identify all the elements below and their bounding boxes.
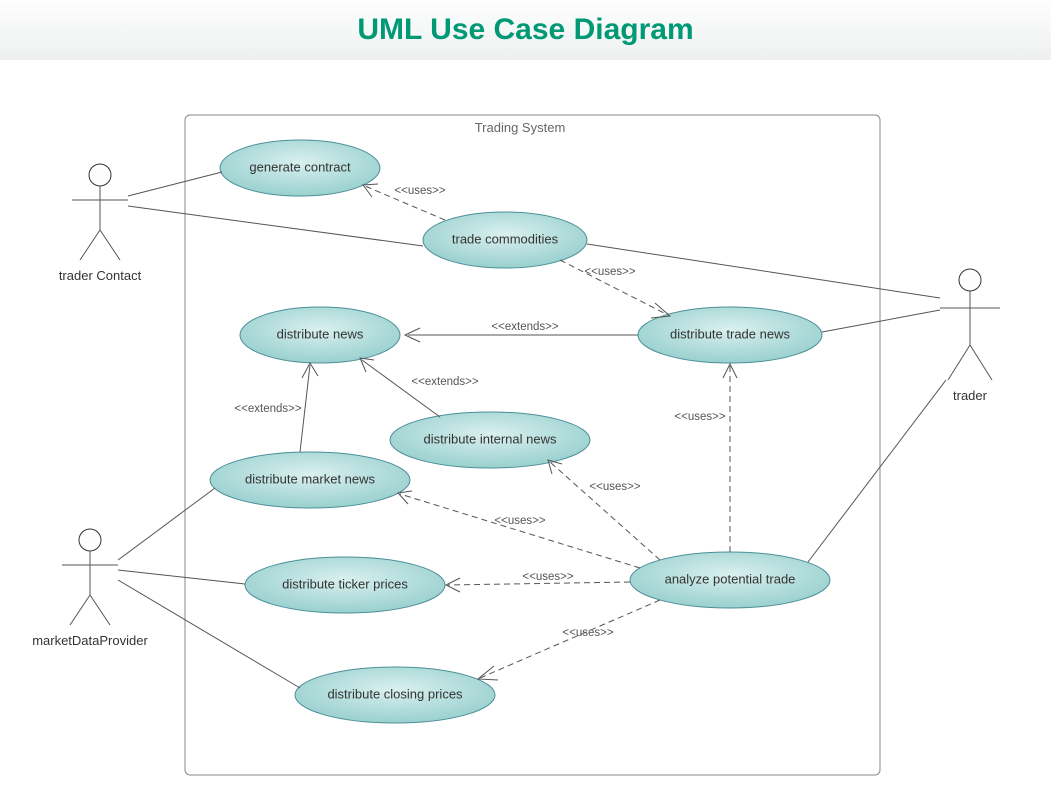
assoc-mdp-marketnews [118,488,215,560]
svg-text:trade commodities: trade commodities [452,231,559,246]
svg-text:<<uses>>: <<uses>> [589,481,640,493]
svg-text:distribute market news: distribute market news [245,471,376,486]
usecase-analyze-potential-trade: analyze potential trade [630,552,830,608]
actor-trader-label: trader [953,388,988,403]
rel-extends-tradenews-to-news: <<extends>> [405,321,638,342]
svg-text:distribute trade news: distribute trade news [670,326,790,341]
svg-text:generate contract: generate contract [249,159,351,174]
usecase-generate-contract: generate contract [220,140,380,196]
assoc-trader-tradecom [587,244,940,298]
assoc-tradercontact-genContract [128,172,222,196]
svg-text:<<uses>>: <<uses>> [584,266,635,278]
usecase-distribute-closing-prices: distribute closing prices [295,667,495,723]
usecase-distribute-market-news: distribute market news [210,452,410,508]
svg-text:<<extends>>: <<extends>> [491,321,558,333]
rel-uses-analyze-to-ticker: <<uses>> [446,571,630,592]
actor-market-data-provider: marketDataProvider [32,529,148,648]
rel-uses-analyze-to-market: <<uses>> [398,491,640,568]
svg-text:distribute ticker prices: distribute ticker prices [282,576,408,591]
assoc-trader-distribute-trade-news [822,310,940,332]
usecase-trade-commodities: trade commodities [423,212,587,268]
assoc-tradercontact-tradecom [128,206,423,246]
svg-text:<<extends>>: <<extends>> [234,403,301,415]
usecase-distribute-trade-news: distribute trade news [638,307,822,363]
actor-market-data-provider-label: marketDataProvider [32,633,148,648]
rel-extends-internal-to-news: <<extends>> [360,358,479,417]
usecase-distribute-ticker-prices: distribute ticker prices [245,557,445,613]
svg-text:<<uses>>: <<uses>> [394,185,445,197]
rel-uses-tradecom-to-gen: <<uses>> [363,184,446,220]
system-label: Trading System [475,120,566,135]
svg-text:distribute closing prices: distribute closing prices [327,686,463,701]
usecase-distribute-internal-news: distribute internal news [390,412,590,468]
rel-uses-analyze-to-internal: <<uses>> [548,460,660,560]
svg-text:distribute internal news: distribute internal news [424,431,557,446]
diagram-canvas: Trading System trader Contact marketData… [0,60,1051,789]
svg-text:<<uses>>: <<uses>> [522,571,573,583]
rel-uses-analyze-to-closing: <<uses>> [478,600,660,680]
actor-trader-contact-label: trader Contact [59,268,142,283]
assoc-trader-analyze [808,380,946,562]
usecase-distribute-news: distribute news [240,307,400,363]
rel-uses-analyze-to-dtn: <<uses>> [674,364,737,552]
svg-text:analyze potential trade: analyze potential trade [665,571,796,586]
assoc-mdp-ticker [118,570,245,584]
page-title: UML Use Case Diagram [0,0,1051,60]
actor-trader: trader [940,269,1000,403]
svg-text:<<uses>>: <<uses>> [494,515,545,527]
svg-text:<<uses>>: <<uses>> [562,627,613,639]
rel-extends-market-to-news: <<extends>> [234,363,318,452]
actor-trader-contact: trader Contact [59,164,142,283]
rel-uses-tradecom-to-dtn: <<uses>> [560,260,670,318]
svg-text:<<uses>>: <<uses>> [674,411,725,423]
svg-text:distribute news: distribute news [277,326,364,341]
svg-text:<<extends>>: <<extends>> [411,376,478,388]
